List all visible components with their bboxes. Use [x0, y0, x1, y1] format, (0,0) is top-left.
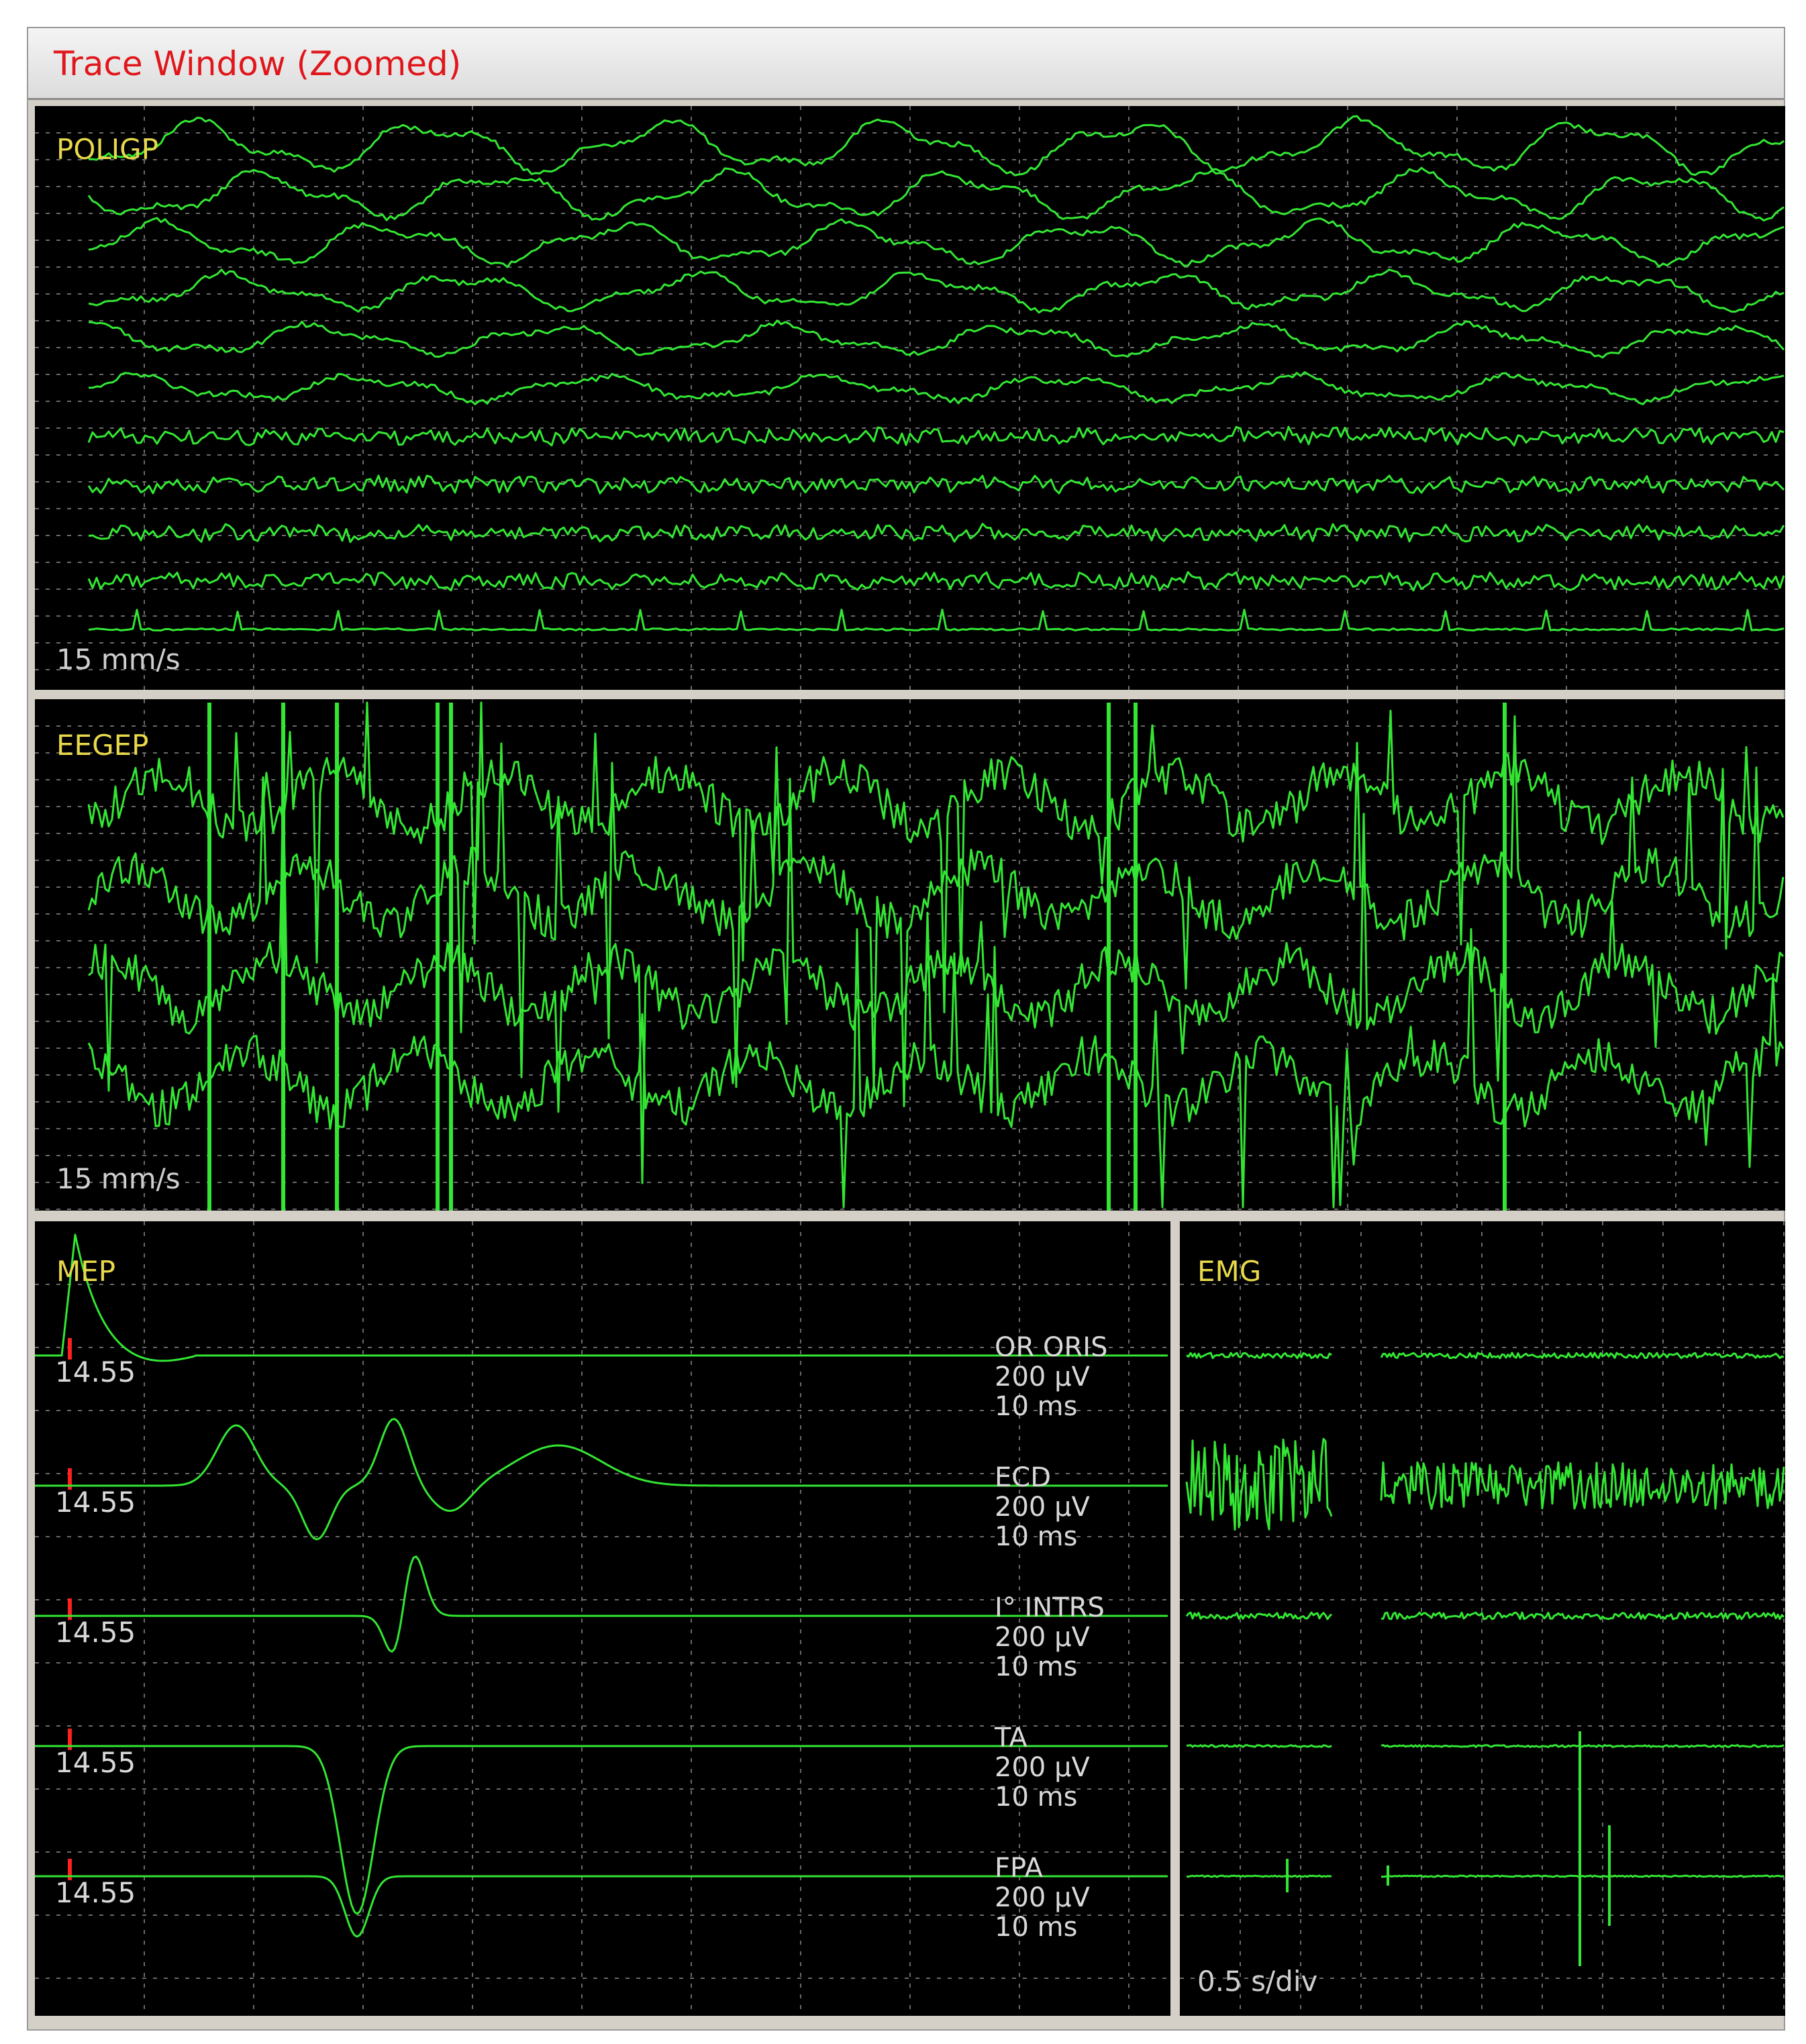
channel-name: I° INTRS	[995, 1592, 1105, 1623]
emg-speed: 0.5 s/div	[1197, 1965, 1318, 1998]
channel-gain: 200 µV	[995, 1882, 1090, 1913]
mep-latency-2: 14.55	[55, 1486, 136, 1519]
channel-time: 10 ms	[995, 1782, 1078, 1812]
emg-channel-trace	[1185, 1611, 1333, 1621]
eegep-panel[interactable]: EEGEP 15 mm/s	[35, 699, 1785, 1211]
channel-gain: 200 µV	[995, 1492, 1090, 1523]
poligp-channel-trace	[88, 115, 1785, 176]
channel-name: FPA	[995, 1853, 1043, 1884]
mep-channel-info-3: I° INTRS 200 µV 10 ms	[995, 1593, 1105, 1682]
poligp-channel-trace	[88, 319, 1785, 359]
emg-channel-trace	[1186, 1874, 1332, 1878]
mep-channel-info-5: FPA 200 µV 10 ms	[995, 1853, 1090, 1942]
channel-gain: 200 µV	[995, 1752, 1090, 1783]
emg-channel-trace	[1381, 1874, 1785, 1878]
poligp-channel-trace	[88, 217, 1785, 268]
trace-window: Trace Window (Zoomed) POLIGP 15 mm/s EEG…	[27, 27, 1785, 2031]
poligp-channel-trace	[87, 571, 1785, 592]
channel-gain: 200 µV	[995, 1362, 1090, 1392]
emg-trace-canvas	[1180, 1221, 1785, 2016]
mep-channel-info-4: TA 200 µV 10 ms	[995, 1723, 1090, 1812]
title-bar: Trace Window (Zoomed)	[28, 28, 1784, 100]
eegep-trace-canvas	[35, 699, 1785, 1211]
emg-channel-trace	[1381, 1611, 1785, 1621]
channel-name: ECD	[995, 1462, 1052, 1493]
window-title: Trace Window (Zoomed)	[54, 44, 462, 83]
mep-channel-info-2: ECD 200 µV 10 ms	[995, 1463, 1090, 1551]
mep-latency-3: 14.55	[55, 1616, 136, 1649]
eegep-channel-trace	[87, 701, 1785, 1107]
channel-time: 10 ms	[995, 1912, 1078, 1943]
mep-label: MEP	[56, 1255, 116, 1288]
poligp-trace-canvas	[35, 106, 1785, 690]
mep-latency-1: 14.55	[55, 1356, 136, 1388]
emg-channel-trace	[1187, 1744, 1332, 1748]
emg-panel[interactable]: EMG 0.5 s/div	[1180, 1221, 1785, 2016]
mep-latency-5: 14.55	[55, 1876, 136, 1909]
poligp-channel-trace	[88, 609, 1785, 631]
poligp-label: POLIGP	[56, 133, 159, 166]
eegep-speed: 15 mm/s	[56, 1162, 181, 1195]
poligp-channel-trace	[87, 425, 1785, 447]
emg-channel-trace	[1186, 1351, 1332, 1360]
mep-panel[interactable]: MEP 14.55 14.55 14.55 14.55 14.55 OR ORI…	[35, 1221, 1170, 2016]
channel-time: 10 ms	[995, 1521, 1078, 1552]
channel-name: OR ORIS	[995, 1332, 1108, 1363]
poligp-channel-trace	[88, 523, 1785, 544]
mep-latency-4: 14.55	[55, 1746, 136, 1779]
channel-gain: 200 µV	[995, 1622, 1090, 1653]
poligp-channel-trace	[87, 166, 1785, 222]
emg-channel-trace	[1381, 1744, 1785, 1748]
eegep-label: EEGEP	[56, 729, 149, 762]
poligp-panel[interactable]: POLIGP 15 mm/s	[35, 106, 1785, 690]
eegep-channel-trace	[88, 778, 1785, 1184]
mep-channel-info-1: OR ORIS 200 µV 10 ms	[995, 1333, 1107, 1421]
channel-time: 10 ms	[995, 1651, 1078, 1682]
poligp-speed: 15 mm/s	[56, 643, 181, 676]
poligp-channel-trace	[88, 268, 1785, 314]
poligp-channel-trace	[89, 371, 1785, 405]
emg-channel-trace	[1185, 1437, 1333, 1531]
channel-time: 10 ms	[995, 1391, 1078, 1422]
emg-label: EMG	[1197, 1255, 1262, 1288]
poligp-channel-trace	[87, 474, 1785, 495]
channel-name: TA	[995, 1723, 1027, 1753]
